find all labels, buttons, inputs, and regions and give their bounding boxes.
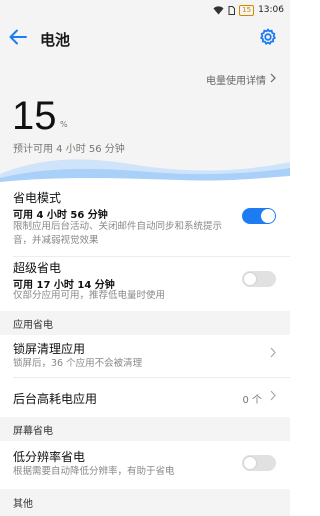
chevron-right-icon: [270, 390, 276, 404]
toggle-knob: [243, 272, 257, 286]
battery-level-badge: 15: [239, 4, 255, 16]
low-resolution-title: 低分辨率省电: [13, 450, 86, 464]
status-bar: 15 13:06: [0, 0, 290, 20]
lockscreen-cleanup-title: 锁屏清理应用: [13, 342, 86, 356]
ultra-saving-title: 超级省电: [13, 261, 62, 275]
battery-percent-unit: %: [60, 120, 68, 129]
toggle-knob: [261, 209, 275, 223]
chevron-right-icon: [270, 347, 276, 361]
power-saving-row[interactable]: 省电模式 可用 4 小时 56 分钟 限制应用后台活动、关闭邮件自动同步和系统提…: [0, 184, 290, 256]
power-saving-description: 限制应用后台活动、关闭邮件自动同步和系统提示音，并减弱视觉效果: [13, 221, 223, 246]
section-header-screen: 屏幕省电: [0, 417, 290, 441]
section-header-other: 其他: [0, 489, 290, 516]
arrow-left-icon: [9, 29, 27, 49]
gear-icon: [259, 28, 277, 50]
background-apps-title: 后台高耗电应用: [13, 392, 98, 406]
chevron-right-icon: [270, 73, 276, 86]
lockscreen-cleanup-description: 锁屏后，36 个应用不会被清理: [13, 358, 143, 369]
power-saving-title: 省电模式: [13, 191, 62, 205]
power-saving-toggle[interactable]: [242, 208, 276, 224]
status-time: 13:06: [258, 5, 284, 15]
ultra-saving-toggle[interactable]: [242, 271, 276, 287]
section-header-apps: 应用省电: [0, 311, 290, 335]
sim-icon: [228, 5, 236, 15]
wifi-icon: [213, 5, 224, 15]
lockscreen-cleanup-row[interactable]: 锁屏清理应用 锁屏后，36 个应用不会被清理: [0, 335, 290, 375]
battery-overview: 电量使用详情 15 % 预计可用 4 小时 56 分钟: [0, 58, 290, 184]
battery-percent: 15: [12, 94, 57, 138]
usage-details-label: 电量使用详情: [206, 76, 266, 87]
background-apps-count: 0 个: [242, 395, 262, 406]
low-resolution-description: 根据需要自动降低分辨率，有助于省电: [13, 466, 175, 477]
page-title: 电池: [40, 30, 71, 49]
app-bar: 电池: [0, 20, 290, 58]
ultra-saving-description: 仅部分应用可用，推荐低电量时使用: [13, 290, 166, 301]
usage-details-link[interactable]: 电量使用详情: [206, 72, 276, 87]
power-saving-duration: 可用 4 小时 56 分钟: [13, 210, 108, 221]
settings-button[interactable]: [256, 27, 280, 51]
ultra-saving-row[interactable]: 超级省电 可用 17 小时 14 分钟 仅部分应用可用，推荐低电量时使用: [0, 257, 290, 311]
battery-wave-graphic: [0, 159, 290, 184]
toggle-knob: [243, 456, 257, 470]
background-apps-row[interactable]: 后台高耗电应用 0 个: [0, 378, 290, 416]
low-resolution-row[interactable]: 低分辨率省电 根据需要自动降低分辨率，有助于省电: [0, 441, 290, 487]
back-button[interactable]: [0, 20, 36, 58]
low-resolution-toggle[interactable]: [242, 455, 276, 471]
